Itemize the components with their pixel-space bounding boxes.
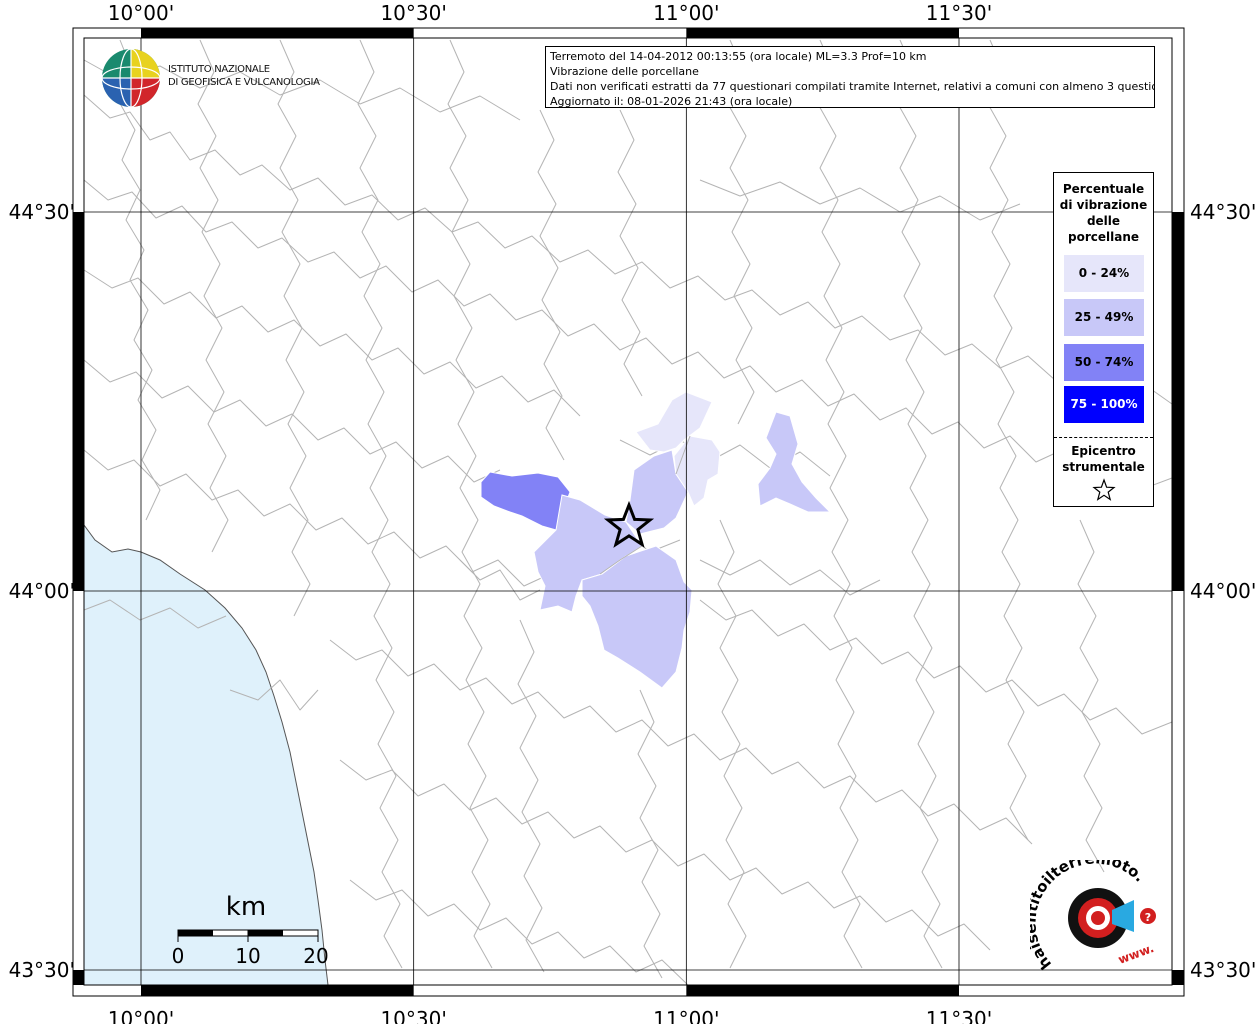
lat-label-2-left: 43°30' xyxy=(9,958,75,982)
lon-label-0-bottom: 10°00' xyxy=(108,1007,174,1024)
hsit-logo: haisentitoilterremoto.it ? www. xyxy=(1030,860,1156,973)
scale-tick-20: 20 xyxy=(303,944,328,968)
frame-bar-top-1 xyxy=(141,28,414,38)
epicenter-label-line-1: Epicentro xyxy=(1071,444,1136,458)
lat-label-0-right: 44°30' xyxy=(1190,200,1256,224)
frame-bar-bottom-3 xyxy=(686,985,959,996)
legend-class-75-100: 75 - 100% xyxy=(1064,386,1144,423)
lon-label-1-bottom: 10°30' xyxy=(380,1007,446,1024)
update-timestamp: Aggiornato il: 08-01-2026 21:43 (ora loc… xyxy=(550,95,793,108)
ingv-line-1: ISTITUTO NAZIONALE xyxy=(168,64,270,75)
lon-label-2-top: 11°00' xyxy=(653,1,719,25)
lat-label-1-right: 44°00' xyxy=(1190,579,1256,603)
event-info-box: Terremoto del 14-04-2012 00:13:55 (ora l… xyxy=(545,46,1155,108)
ingv-line-2: DI GEOFISICA E VULCANOLOGIA xyxy=(168,77,320,88)
svg-text:?: ? xyxy=(1145,911,1151,924)
legend-star-icon xyxy=(1092,478,1116,501)
scale-bar-unit: km xyxy=(226,892,266,922)
legend-title-line-1: Percentuale xyxy=(1062,182,1145,196)
scale-tick-0: 0 xyxy=(172,944,185,968)
lon-label-3-bottom: 11°30' xyxy=(926,1007,992,1024)
legend-separator xyxy=(1054,437,1153,438)
map-subject: Vibrazione delle porcellane xyxy=(550,65,699,78)
frame-bar-right-1 xyxy=(1172,212,1184,591)
legend-class-25-49: 25 - 49% xyxy=(1064,299,1144,336)
scale-tick-10: 10 xyxy=(235,944,260,968)
lat-label-2-right: 43°30' xyxy=(1190,958,1256,982)
legend-title: Percentuale di vibrazione delle porcella… xyxy=(1054,181,1153,245)
epicenter-legend-label: Epicentro strumentale xyxy=(1054,443,1153,475)
event-title: Terremoto del 14-04-2012 00:13:55 (ora l… xyxy=(550,50,927,63)
epicenter-label-line-2: strumentale xyxy=(1062,460,1145,474)
legend: Percentuale di vibrazione delle porcella… xyxy=(1053,172,1154,507)
ingv-logo: ISTITUTO NAZIONALE DI GEOFISICA E VULCAN… xyxy=(100,47,320,109)
lat-label-0-left: 44°30' xyxy=(9,200,75,224)
lon-label-0-top: 10°00' xyxy=(108,1,174,25)
lon-label-2-bottom: 11°00' xyxy=(653,1007,719,1024)
legend-title-line-2: di vibrazione xyxy=(1059,198,1148,212)
lat-label-1-left: 44°00' xyxy=(9,579,75,603)
legend-title-line-4: porcellane xyxy=(1067,230,1139,244)
legend-class-50-74: 50 - 74% xyxy=(1064,344,1144,381)
lon-label-3-top: 11°30' xyxy=(926,1,992,25)
legend-class-0-24: 0 - 24% xyxy=(1064,255,1144,292)
ingv-logo-text: ISTITUTO NAZIONALE DI GEOFISICA E VULCAN… xyxy=(168,63,320,89)
lon-label-1-top: 10°30' xyxy=(380,1,446,25)
frame-bar-left-1 xyxy=(73,212,84,591)
frame-bar-bottom-1 xyxy=(141,985,414,996)
ingv-globe-icon xyxy=(101,48,161,108)
frame-bar-top-3 xyxy=(686,28,959,38)
legend-title-line-3: delle xyxy=(1086,214,1121,228)
hsit-url-text: www. xyxy=(1116,941,1156,967)
data-disclaimer: Dati non verificati estratti da 77 quest… xyxy=(550,80,1155,93)
